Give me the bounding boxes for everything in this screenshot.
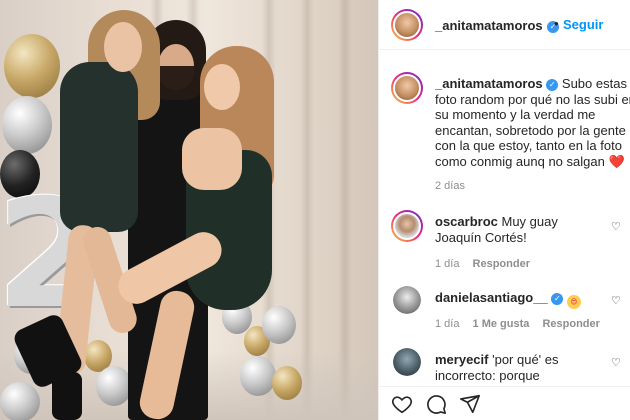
person-left-face: [104, 22, 142, 72]
author-avatar[interactable]: [391, 9, 423, 41]
comment-meta: 1 día 1 Me gusta Responder: [435, 318, 600, 330]
reply-button[interactable]: Responder: [473, 258, 530, 270]
comment-like-heart-icon[interactable]: ♡: [611, 220, 621, 233]
comment-oscarbroc: oscarbroc Muy guay Joaquín Cortés!: [435, 214, 607, 245]
comment-username[interactable]: meryecif: [435, 352, 488, 367]
person-right-shoulder: [182, 128, 242, 190]
commenter-avatar-image: [393, 348, 421, 376]
comment-time[interactable]: 1 día: [435, 318, 459, 330]
commenter-avatar-image: [393, 286, 421, 314]
author-avatar-image: [393, 11, 421, 39]
post-action-bar: [379, 386, 630, 420]
post-header: _anitamatamoros ✓ • Seguir: [379, 0, 630, 50]
comment-username[interactable]: oscarbroc: [435, 214, 498, 229]
caption-author-avatar-image: [393, 74, 421, 102]
commenter-avatar-meryecif[interactable]: [393, 348, 421, 376]
person-left-boot: [52, 372, 82, 420]
gold-balloon: [272, 366, 302, 400]
separator-dot: •: [554, 16, 559, 31]
comment-like-heart-icon[interactable]: ♡: [611, 294, 621, 307]
reply-button[interactable]: Responder: [542, 318, 599, 330]
silver-balloon: [262, 306, 296, 344]
post-timestamp[interactable]: 2 días: [435, 180, 465, 192]
comment-username[interactable]: danielasantiago__: [435, 290, 548, 305]
commenter-avatar-oscarbroc[interactable]: [391, 210, 423, 242]
silver-balloon: [240, 356, 276, 396]
comment-likes-count[interactable]: 1 Me gusta: [473, 318, 530, 330]
comment-meta: 1 día Responder: [435, 258, 530, 270]
comment-meryecif: meryecif 'por qué' es incorrecto: porque: [435, 352, 615, 383]
follow-button[interactable]: Seguir: [563, 17, 603, 32]
silver-balloon: [0, 382, 40, 420]
comment-like-heart-icon[interactable]: ♡: [611, 356, 621, 369]
verified-badge-icon: ✓: [546, 79, 559, 91]
heart-eyes-emoji: 😍: [566, 295, 581, 309]
post-caption: _anitamatamoros ✓ Subo estas foto random…: [435, 76, 630, 171]
comment-icon[interactable]: [425, 393, 447, 415]
person-right-face: [204, 64, 240, 110]
red-heart-emoji: ❤️: [608, 154, 625, 170]
silver-balloon: [2, 96, 52, 154]
author-name-row: _anitamatamoros ✓: [435, 17, 560, 35]
post-side-panel: _anitamatamoros ✓ • Seguir _anitamatamor…: [378, 0, 630, 420]
heart-icon[interactable]: [391, 393, 413, 415]
comment-danielasantiago: danielasantiago__ ✓ 😍: [435, 290, 607, 309]
post-photo[interactable]: 2: [0, 0, 378, 420]
silver-balloon: [96, 366, 132, 406]
person-left-dress: [60, 62, 138, 232]
verified-badge-icon: ✓: [551, 293, 564, 305]
commenter-avatar-image: [393, 212, 421, 240]
gold-balloon: [4, 34, 60, 98]
caption-author-avatar[interactable]: [391, 72, 423, 104]
commenter-avatar-danielasantiago[interactable]: [393, 286, 421, 314]
caption-author-username[interactable]: _anitamatamoros: [435, 76, 543, 91]
author-username[interactable]: _anitamatamoros: [435, 18, 543, 33]
comment-time[interactable]: 1 día: [435, 258, 459, 270]
share-icon[interactable]: [459, 393, 481, 415]
